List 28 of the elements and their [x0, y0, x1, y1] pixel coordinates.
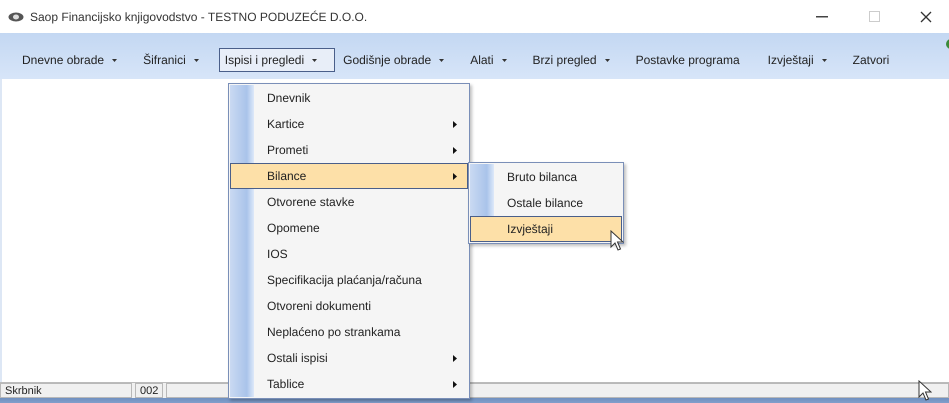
menu-entry[interactable]: Otvoreni dokumenti [230, 293, 468, 319]
menu-entry[interactable]: Prometi [230, 137, 468, 163]
menu-entry[interactable]: Opomene [230, 215, 468, 241]
eye-logo-icon [8, 12, 24, 22]
menu-entry[interactable]: Specifikacija plaćanja/računa [230, 267, 468, 293]
menu-entry[interactable]: Neplaćeno po strankama [230, 319, 468, 345]
menu-entry[interactable]: Izvještaji [470, 216, 622, 242]
menu-item[interactable]: Postavke programa [630, 48, 746, 72]
menu-item[interactable]: Alati [464, 48, 525, 72]
menu-entry[interactable]: Kartice [230, 111, 468, 137]
menu-item[interactable]: Ispisi i pregledi [218, 48, 336, 72]
menu-entry[interactable]: Dnevnik [230, 85, 468, 111]
menu-entry[interactable]: Ostali ispisi [230, 345, 468, 371]
menu-item[interactable]: Godišnje obrade [337, 48, 462, 72]
menu-item[interactable]: Šifranici [137, 48, 217, 72]
window-title: Saop Financijsko knjigovodstvo - TESTNO PODUZEĆE D.O.O. [30, 10, 368, 24]
menu-item[interactable]: Izvještaji [762, 48, 845, 72]
menu-item[interactable]: Dnevne obrade [16, 48, 136, 72]
status-panel: Skrbnik [0, 383, 132, 398]
menu-entry[interactable]: Ostale bilance [470, 190, 622, 216]
menu-entry[interactable]: Bilance [230, 163, 468, 189]
status-panel: 002 [135, 383, 163, 398]
menu-entry[interactable]: Otvorene stavke [230, 189, 468, 215]
menu-entry[interactable]: IOS [230, 241, 468, 267]
menu-entry[interactable]: Tablice [230, 371, 468, 397]
menu-item[interactable]: Zatvori [846, 48, 896, 72]
menu-item[interactable]: Brzi pregled [526, 48, 628, 72]
menu-entry[interactable]: Bruto bilanca [470, 164, 622, 190]
